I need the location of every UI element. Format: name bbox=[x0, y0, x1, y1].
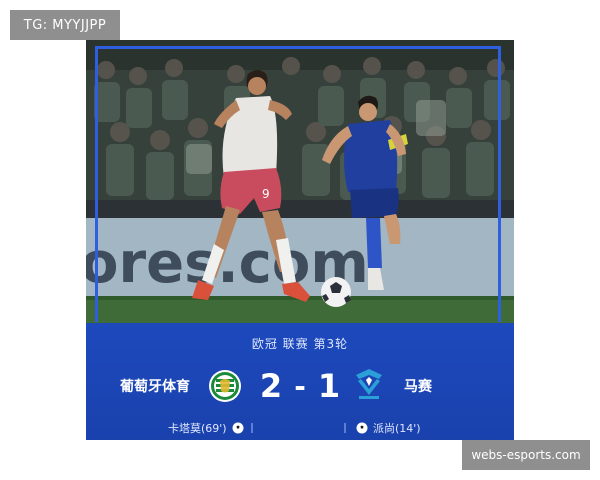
scoreline: 2 - 1 bbox=[254, 367, 346, 405]
stadium-wall bbox=[86, 200, 514, 218]
watermark-text: webs-esports.com bbox=[471, 448, 581, 462]
match-card: ores.com 9 欧冠 联赛 第3轮 葡萄牙体育 2 - 1 马赛 卡塔莫(… bbox=[86, 40, 514, 440]
score-panel: 欧冠 联赛 第3轮 葡萄牙体育 2 - 1 马赛 卡塔莫(69') 派尚(14'… bbox=[86, 323, 514, 440]
tg-tag-text: TG: MYYJJPP bbox=[23, 17, 107, 33]
home-scorer-text: 卡塔莫(69') bbox=[168, 422, 227, 435]
home-team-name: 葡萄牙体育 bbox=[120, 379, 190, 395]
ad-board: ores.com bbox=[86, 218, 514, 296]
marseille-crest-icon bbox=[356, 369, 382, 399]
pitch bbox=[86, 296, 514, 323]
tg-tag: TG: MYYJJPP bbox=[10, 10, 120, 40]
competition-label: 欧冠 联赛 第3轮 bbox=[251, 337, 349, 351]
timeline-tick bbox=[344, 423, 346, 433]
away-scorer-text: 派尚(14') bbox=[373, 422, 421, 435]
crowd-background bbox=[86, 40, 514, 200]
soccer-ball-icon bbox=[232, 422, 244, 434]
away-score: 1 bbox=[317, 367, 341, 405]
home-jersey-number: 9 bbox=[262, 187, 270, 201]
football bbox=[321, 277, 351, 307]
away-scorer-row: 派尚(14') bbox=[356, 420, 421, 436]
watermark: webs-esports.com bbox=[462, 440, 590, 470]
home-scorer-row: 卡塔莫(69') bbox=[168, 420, 244, 436]
sporting-crest-icon bbox=[209, 370, 241, 402]
score-separator: - bbox=[294, 369, 306, 403]
timeline-tick bbox=[251, 423, 253, 433]
away-team-name: 马赛 bbox=[404, 379, 432, 395]
soccer-ball-icon bbox=[356, 422, 368, 434]
home-score: 2 bbox=[259, 367, 283, 405]
match-photo: ores.com 9 bbox=[86, 40, 514, 323]
